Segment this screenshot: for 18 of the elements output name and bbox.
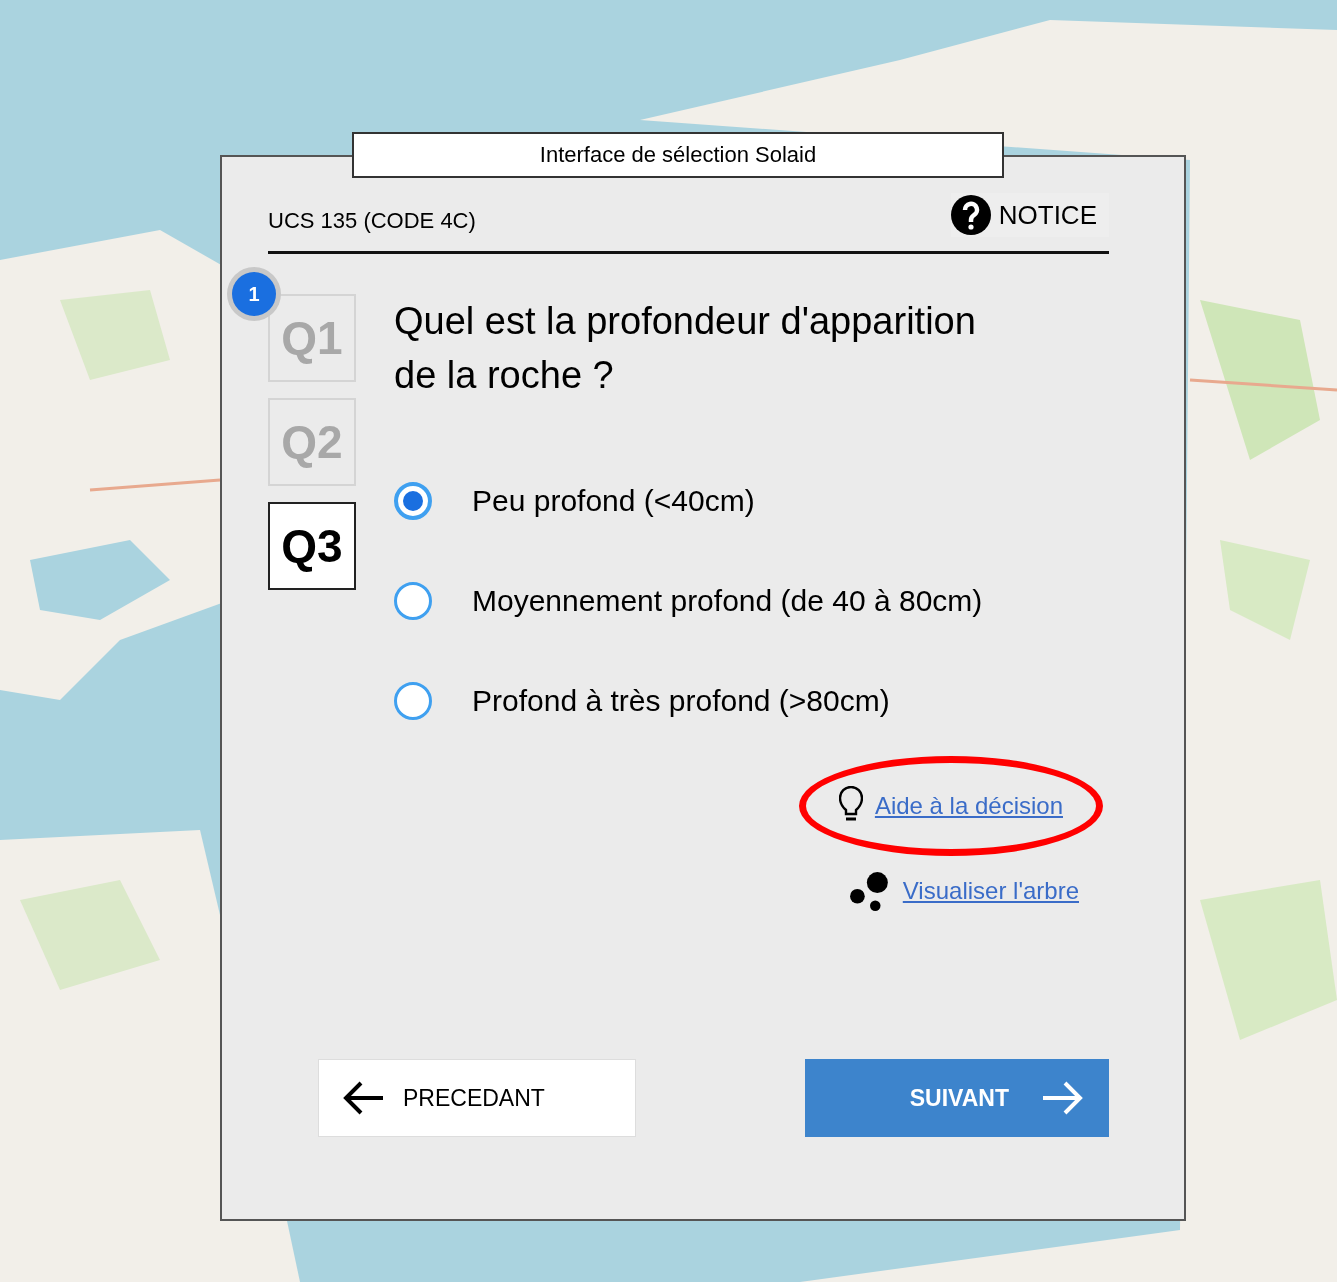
option-label: Peu profond (<40cm) (472, 484, 755, 518)
question-text: Quel est la profondeur d'apparition de la roche ? (394, 299, 977, 398)
arrow-right-icon (1041, 1080, 1085, 1116)
option-label: Profond à très profond (>80cm) (472, 684, 890, 718)
radio-button[interactable] (394, 682, 432, 720)
option-label: Moyennement profond (de 40 à 80cm) (472, 584, 983, 618)
help-icon (950, 195, 991, 235)
link[interactable]: Visualiser l'arbre (902, 877, 1079, 905)
dots-icon (848, 870, 891, 912)
previous-button[interactable]: PRECEDANT (318, 1059, 636, 1137)
unit-label: UCS 135 (CODE 4C) (268, 208, 476, 234)
window-title: Interface de sélection Solaid (352, 132, 1004, 178)
link[interactable]: Aide à la décision (874, 792, 1063, 820)
radio-button[interactable] (394, 482, 432, 520)
radio-button[interactable] (394, 582, 432, 620)
next-button[interactable]: SUIVANT (805, 1059, 1109, 1137)
arrow-left-icon (341, 1080, 385, 1116)
question-step-tab[interactable]: Q3 (268, 502, 356, 590)
